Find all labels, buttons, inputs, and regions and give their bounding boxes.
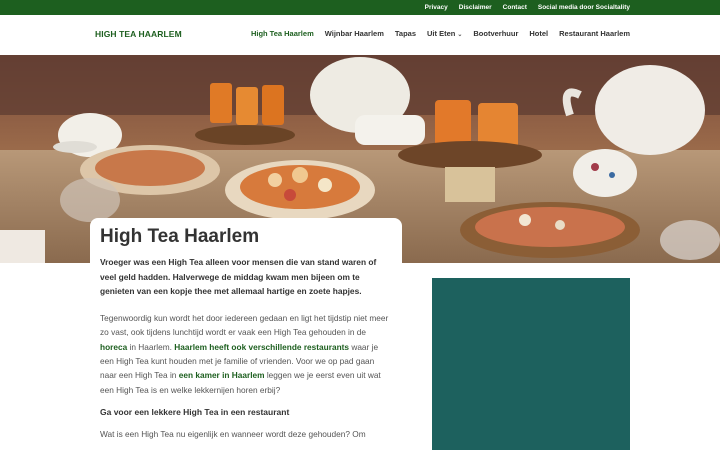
main-nav: High Tea Haarlem Wijnbar Haarlem Tapas U… xyxy=(240,29,630,38)
nav-item-wijnbar-haarlem[interactable]: Wijnbar Haarlem xyxy=(325,29,384,38)
sidebar-widget xyxy=(432,278,630,450)
body-paragraph-2: Wat is een High Tea nu eigenlijk en wann… xyxy=(100,429,366,440)
body-paragraph-1: Tegenwoordig kun wordt het door iedereen… xyxy=(100,311,392,397)
link-kamer-in-haarlem[interactable]: een kamer in Haarlem xyxy=(179,370,265,380)
page-title: High Tea Haarlem xyxy=(100,226,260,247)
intro-paragraph: Vroeger was een High Tea alleen voor men… xyxy=(100,257,377,297)
link-restaurants[interactable]: Haarlem heeft ook verschillende restaura… xyxy=(174,342,349,352)
top-link-disclaimer[interactable]: Disclaimer xyxy=(459,0,492,15)
nav-item-restaurant-haarlem[interactable]: Restaurant Haarlem xyxy=(559,29,630,38)
nav-item-uit-eten-label: Uit Eten xyxy=(427,29,456,38)
link-horeca[interactable]: horeca xyxy=(100,342,127,352)
text-segment: in Haarlem. xyxy=(127,341,175,352)
nav-item-tapas[interactable]: Tapas xyxy=(395,29,416,38)
nav-item-bootverhuur[interactable]: Bootverhuur xyxy=(473,29,518,38)
chevron-down-icon[interactable]: ⌄ xyxy=(457,32,462,38)
text-segment: Tegenwoordig kun wordt het door iedereen… xyxy=(100,312,389,338)
nav-item-hotel[interactable]: Hotel xyxy=(529,29,548,38)
top-bar: Privacy Disclaimer Contact Social media … xyxy=(0,0,720,15)
nav-item-high-tea-haarlem[interactable]: High Tea Haarlem xyxy=(251,29,314,38)
article-card: High Tea Haarlem Vroeger was een High Te… xyxy=(90,218,402,450)
nav-item-uit-eten[interactable]: Uit Eten ⌄ xyxy=(427,29,462,38)
top-links: Privacy Disclaimer Contact Social media … xyxy=(414,0,630,15)
top-link-contact[interactable]: Contact xyxy=(503,0,527,15)
section-heading: Ga voor een lekkere High Tea in een rest… xyxy=(100,407,290,418)
top-link-social-media[interactable]: Social media door Socialtality xyxy=(538,0,630,15)
top-link-privacy[interactable]: Privacy xyxy=(425,0,448,15)
site-header: HIGH TEA HAARLEM High Tea Haarlem Wijnba… xyxy=(0,15,720,55)
site-logo[interactable]: HIGH TEA HAARLEM xyxy=(95,29,182,39)
